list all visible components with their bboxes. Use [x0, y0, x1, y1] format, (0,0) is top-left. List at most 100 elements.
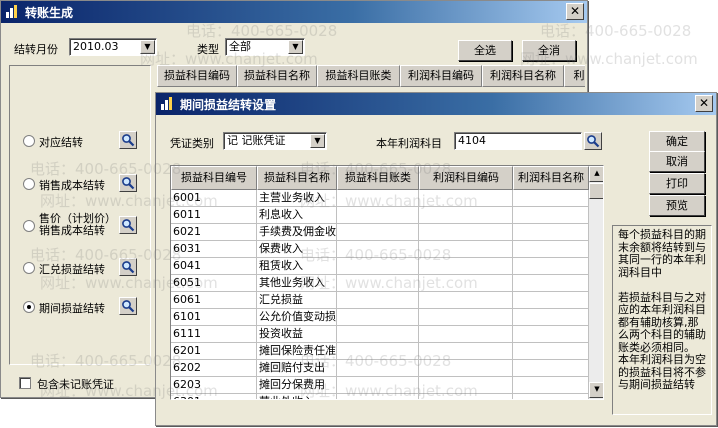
- table-row[interactable]: 6001 主营业务收入: [171, 190, 589, 207]
- voucher-type-select[interactable]: 记 记账凭证 ▼: [223, 132, 327, 150]
- chevron-down-icon[interactable]: ▼: [310, 134, 325, 148]
- grid-cell[interactable]: [337, 343, 419, 360]
- search-icon[interactable]: [119, 297, 137, 315]
- grid-cell[interactable]: 其他业务收入: [257, 275, 337, 292]
- chevron-down-icon[interactable]: ▼: [140, 40, 155, 54]
- grid-cell[interactable]: [513, 360, 589, 377]
- grid-cell[interactable]: [337, 207, 419, 224]
- grid-cell[interactable]: [513, 326, 589, 343]
- table-row[interactable]: 6031 保费收入: [171, 241, 589, 258]
- scroll-thumb[interactable]: [589, 183, 603, 199]
- column-header[interactable]: 损益科目名称: [237, 65, 317, 87]
- grid-cell[interactable]: 投资收益: [257, 326, 337, 343]
- grid-cell[interactable]: 摊回分保费用: [257, 377, 337, 394]
- column-header[interactable]: 损益科目账类: [337, 166, 419, 190]
- table-row[interactable]: 6202 摊回赔付支出: [171, 360, 589, 377]
- grid-cell[interactable]: 6011: [171, 207, 257, 224]
- table-row[interactable]: 6041 租赁收入: [171, 258, 589, 275]
- grid-cell[interactable]: 6301: [171, 394, 257, 399]
- table-row[interactable]: 6203 摊回分保费用: [171, 377, 589, 394]
- column-header[interactable]: 利润科目编码: [419, 166, 513, 190]
- grid-cell[interactable]: 摊回赔付支出: [257, 360, 337, 377]
- grid-cell[interactable]: [337, 190, 419, 207]
- grid-cell[interactable]: 6203: [171, 377, 257, 394]
- grid-cell[interactable]: [419, 326, 513, 343]
- search-icon[interactable]: [584, 132, 602, 150]
- grid-cell[interactable]: 6051: [171, 275, 257, 292]
- table-row[interactable]: 6061 汇兑损益: [171, 292, 589, 309]
- grid-cell[interactable]: [419, 207, 513, 224]
- select-all-button[interactable]: 全选: [458, 40, 512, 61]
- grid-cell[interactable]: [419, 258, 513, 275]
- table-row[interactable]: 6011 利息收入: [171, 207, 589, 224]
- column-header[interactable]: 损益科目编号: [171, 166, 257, 190]
- grid-cell[interactable]: 利息收入: [257, 207, 337, 224]
- scroll-down-icon[interactable]: ▼: [589, 382, 603, 398]
- radio-period-profit-loss[interactable]: [23, 301, 35, 313]
- grid-cell[interactable]: [419, 292, 513, 309]
- grid-cell[interactable]: [419, 190, 513, 207]
- grid-cell[interactable]: 租赁收入: [257, 258, 337, 275]
- table-row[interactable]: 6301营业外收入: [171, 394, 589, 399]
- grid-cell[interactable]: 汇兑损益: [257, 292, 337, 309]
- profit-account-input[interactable]: 4104: [454, 132, 582, 150]
- grid-cell[interactable]: 6101: [171, 309, 257, 326]
- grid-cell[interactable]: [419, 360, 513, 377]
- search-icon[interactable]: [119, 258, 137, 276]
- grid-cell[interactable]: [419, 275, 513, 292]
- grid-cell[interactable]: [513, 190, 589, 207]
- grid-vertical-scrollbar[interactable]: ▲ ▼: [589, 166, 603, 399]
- grid-cell[interactable]: 营业外收入: [257, 394, 337, 399]
- grid-cell[interactable]: 保费收入: [257, 241, 337, 258]
- close-icon[interactable]: ✕: [566, 3, 584, 20]
- grid-cell[interactable]: [337, 394, 419, 399]
- column-header[interactable]: 利润科目编码: [400, 65, 482, 87]
- grid-cell[interactable]: [337, 326, 419, 343]
- grid-cell[interactable]: [337, 224, 419, 241]
- grid-cell[interactable]: 6061: [171, 292, 257, 309]
- grid-cell[interactable]: [513, 207, 589, 224]
- grid-cell[interactable]: [513, 309, 589, 326]
- grid-cell[interactable]: [337, 258, 419, 275]
- table-row[interactable]: 6201 摊回保险责任准: [171, 343, 589, 360]
- grid-cell[interactable]: [337, 292, 419, 309]
- grid-cell[interactable]: 主营业务收入: [257, 190, 337, 207]
- grid-cell[interactable]: 6001: [171, 190, 257, 207]
- radio-sales-cost[interactable]: [23, 178, 35, 190]
- column-header[interactable]: 损益科目账类: [317, 65, 400, 87]
- column-header[interactable]: 利润科目名称: [513, 166, 589, 190]
- table-row[interactable]: 6051 其他业务收入: [171, 275, 589, 292]
- radio-corresponding[interactable]: [23, 135, 35, 147]
- grid-cell[interactable]: [419, 377, 513, 394]
- grid-cell[interactable]: 摊回保险责任准: [257, 343, 337, 360]
- table-row[interactable]: 6111 投资收益: [171, 326, 589, 343]
- column-header[interactable]: 利: [564, 65, 585, 87]
- grid-cell[interactable]: 6031: [171, 241, 257, 258]
- grid-cell[interactable]: [337, 309, 419, 326]
- search-icon[interactable]: [119, 131, 137, 149]
- grid-cell[interactable]: [513, 258, 589, 275]
- grid-cell[interactable]: 公允价值变动损: [257, 309, 337, 326]
- profit-loss-grid[interactable]: 损益科目编号 损益科目名称 损益科目账类 利润科目编码 利润科目名称 6001 主…: [170, 165, 604, 400]
- preview-button[interactable]: 预览: [649, 195, 705, 216]
- grid-cell[interactable]: [337, 275, 419, 292]
- table-row[interactable]: 6101 公允价值变动损: [171, 309, 589, 326]
- close-icon[interactable]: ✕: [695, 95, 713, 112]
- grid-cell[interactable]: [419, 343, 513, 360]
- grid-cell[interactable]: [513, 343, 589, 360]
- grid-cell[interactable]: [337, 360, 419, 377]
- grid-cell[interactable]: [419, 309, 513, 326]
- grid-cell[interactable]: [419, 224, 513, 241]
- grid-cell[interactable]: [337, 377, 419, 394]
- grid-cell[interactable]: [513, 224, 589, 241]
- grid-cell[interactable]: [419, 241, 513, 258]
- radio-exchange[interactable]: [23, 262, 35, 274]
- search-icon[interactable]: [119, 174, 137, 192]
- grid-cell[interactable]: [513, 377, 589, 394]
- grid-cell[interactable]: [513, 292, 589, 309]
- grid-cell[interactable]: 6021: [171, 224, 257, 241]
- chevron-down-icon[interactable]: ▼: [288, 40, 303, 54]
- scroll-up-icon[interactable]: ▲: [589, 166, 603, 182]
- grid-cell[interactable]: 6041: [171, 258, 257, 275]
- grid-cell[interactable]: 6111: [171, 326, 257, 343]
